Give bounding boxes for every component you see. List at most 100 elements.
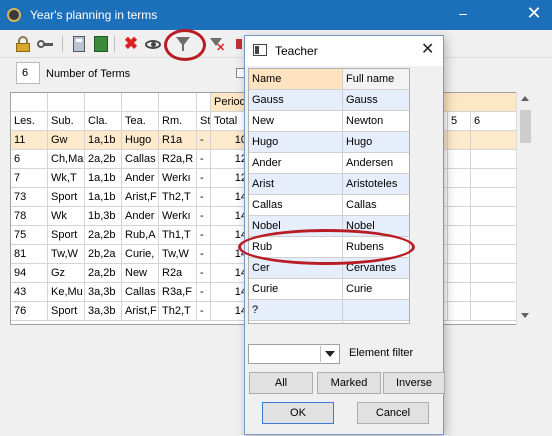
table-cell[interactable]: Wk,T (48, 169, 85, 188)
teacher-full-name[interactable]: Hugo (343, 132, 409, 153)
table-cell[interactable]: 3a,3b (85, 283, 122, 302)
table-cell[interactable]: Arist,F (122, 188, 159, 207)
table-cell[interactable]: R2a,R (159, 150, 197, 169)
column-header-name[interactable]: Name (249, 69, 343, 90)
table-cell[interactable]: New (122, 264, 159, 283)
teacher-list-item[interactable]: Arist Aristoteles (249, 174, 409, 195)
teacher-list-item[interactable]: ?-1 (249, 321, 409, 323)
table-cell[interactable]: - (197, 207, 211, 226)
column-header[interactable]: Cla. (85, 112, 122, 131)
table-cell[interactable]: 43 (11, 283, 48, 302)
table-cell[interactable]: Ke,Mu (48, 283, 85, 302)
table-cell[interactable]: Gz (48, 264, 85, 283)
toolbar-partial-icon[interactable] (236, 35, 244, 53)
table-cell[interactable] (471, 226, 521, 245)
table-cell[interactable]: 2a,2b (85, 226, 122, 245)
book-icon[interactable] (92, 35, 110, 53)
table-cell[interactable]: R3a,F (159, 283, 197, 302)
teacher-short-name[interactable]: Arist (249, 174, 343, 195)
table-cell[interactable]: Tw,W (159, 245, 197, 264)
table-cell[interactable]: Th2,T (159, 188, 197, 207)
table-cell[interactable]: Sport (48, 226, 85, 245)
table-cell[interactable] (448, 226, 471, 245)
table-cell[interactable]: Arist,F (122, 302, 159, 321)
table-cell[interactable]: Ch,Ma (48, 150, 85, 169)
key-icon[interactable] (36, 35, 54, 53)
table-cell[interactable]: 94 (11, 264, 48, 283)
table-cell[interactable]: Rub,A (122, 226, 159, 245)
table-cell[interactable]: 2b,2a (85, 245, 122, 264)
table-cell[interactable]: Werkı (159, 207, 197, 226)
table-cell[interactable]: 2a,2b (85, 264, 122, 283)
table-cell[interactable]: Hugo (122, 131, 159, 150)
table-cell[interactable]: - (197, 188, 211, 207)
table-cell[interactable] (471, 150, 521, 169)
teacher-list-item[interactable]: Hugo Hugo (249, 132, 409, 153)
table-cell[interactable]: Gw (48, 131, 85, 150)
column-header[interactable]: 5 (448, 112, 471, 131)
teacher-short-name[interactable]: Gauss (249, 90, 343, 111)
teacher-list-item[interactable]: Callas Callas (249, 195, 409, 216)
table-cell[interactable]: 78 (11, 207, 48, 226)
table-cell[interactable] (471, 302, 521, 321)
table-cell[interactable]: R2a (159, 264, 197, 283)
table-cell[interactable]: 1a,1b (85, 169, 122, 188)
calculator-icon[interactable] (70, 35, 88, 53)
teacher-list-item[interactable]: Ander Andersen (249, 153, 409, 174)
table-cell[interactable] (448, 302, 471, 321)
ok-button[interactable]: OK (262, 402, 334, 424)
table-cell[interactable] (448, 188, 471, 207)
teacher-full-name[interactable]: Gauss (343, 90, 409, 111)
element-filter-select[interactable] (248, 344, 340, 364)
close-button[interactable]: ✕ (522, 2, 546, 24)
teacher-full-name[interactable] (343, 300, 409, 321)
column-header[interactable]: Rm. (159, 112, 197, 131)
table-cell[interactable] (471, 264, 521, 283)
grid-scrollbar[interactable] (516, 92, 534, 325)
table-cell[interactable]: Callas (122, 283, 159, 302)
table-cell[interactable] (471, 283, 521, 302)
table-cell[interactable]: Callas (122, 150, 159, 169)
table-cell[interactable]: Wk (48, 207, 85, 226)
table-cell[interactable] (448, 207, 471, 226)
cancel-button[interactable]: Cancel (357, 402, 429, 424)
delete-icon[interactable]: ✖ (122, 35, 140, 53)
table-cell[interactable]: 81 (11, 245, 48, 264)
teacher-full-name[interactable] (343, 321, 409, 323)
table-cell[interactable] (448, 169, 471, 188)
teacher-short-name[interactable]: Curie (249, 279, 343, 300)
scroll-down-arrow-icon[interactable] (521, 313, 529, 318)
column-header[interactable]: Les. (11, 112, 48, 131)
table-cell[interactable] (471, 245, 521, 264)
column-header[interactable]: Sub. (48, 112, 85, 131)
table-cell[interactable]: 2a,2b (85, 150, 122, 169)
eye-icon[interactable] (144, 35, 162, 53)
table-cell[interactable] (448, 150, 471, 169)
table-cell[interactable] (471, 188, 521, 207)
marked-button[interactable]: Marked (317, 372, 381, 394)
teacher-list-item[interactable]: Gauss Gauss (249, 90, 409, 111)
table-cell[interactable] (471, 169, 521, 188)
table-cell[interactable]: Th2,T (159, 302, 197, 321)
table-cell[interactable]: - (197, 302, 211, 321)
table-cell[interactable] (448, 264, 471, 283)
table-cell[interactable]: Werkı (159, 169, 197, 188)
table-cell[interactable]: - (197, 226, 211, 245)
table-cell[interactable] (448, 283, 471, 302)
table-cell[interactable]: R1a (159, 131, 197, 150)
filter-remove-icon[interactable]: ✕ (208, 35, 226, 54)
table-cell[interactable]: Th1,T (159, 226, 197, 245)
teacher-full-name[interactable]: Newton (343, 111, 409, 132)
table-cell[interactable]: Tw,W (48, 245, 85, 264)
column-header[interactable]: 6 (471, 112, 521, 131)
teacher-full-name[interactable]: Curie (343, 279, 409, 300)
teacher-short-name[interactable]: Callas (249, 195, 343, 216)
table-cell[interactable]: Ander (122, 207, 159, 226)
teacher-short-name[interactable]: Ander (249, 153, 343, 174)
table-cell[interactable]: 1b,3b (85, 207, 122, 226)
all-button[interactable]: All (249, 372, 313, 394)
table-cell[interactable]: - (197, 169, 211, 188)
teacher-full-name[interactable]: Aristoteles (343, 174, 409, 195)
scroll-up-arrow-icon[interactable] (521, 96, 529, 101)
teacher-short-name[interactable]: Hugo (249, 132, 343, 153)
